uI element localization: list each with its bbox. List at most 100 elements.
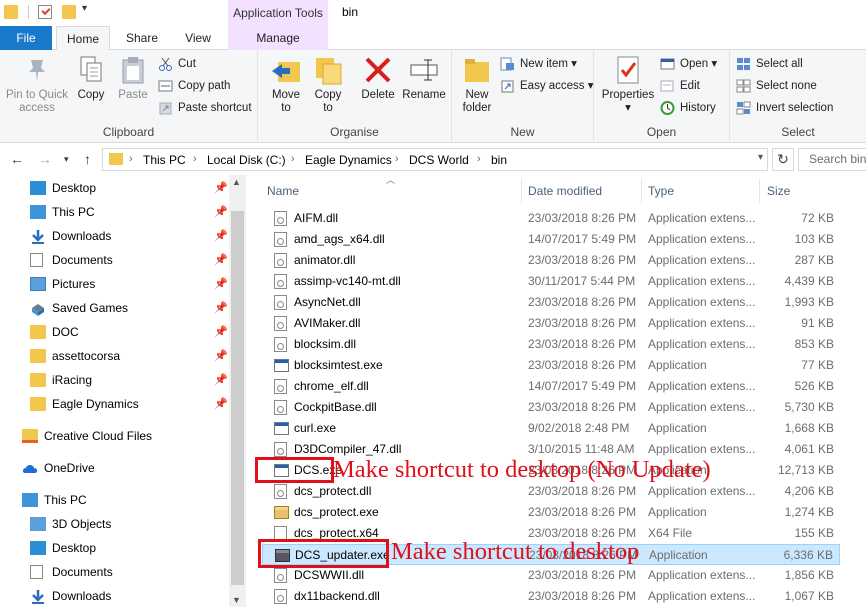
file-type: Application extens... <box>648 379 756 393</box>
recent-locations-icon[interactable]: ▾ <box>64 154 69 165</box>
breadcrumb-dcs-world[interactable]: DCS World <box>409 153 469 167</box>
move-to-button[interactable]: Move to <box>266 54 306 115</box>
chevron-right-icon[interactable]: › <box>129 153 133 165</box>
file-name: CockpitBase.dll <box>294 400 377 414</box>
pin-icon: 📌 <box>214 182 228 194</box>
column-divider[interactable] <box>521 179 522 203</box>
move-to-label-line1: Move <box>271 89 301 101</box>
easy-access-button[interactable]: Easy access ▾ <box>500 76 594 96</box>
file-row[interactable]: CockpitBase.dll 23/03/2018 8:26 PM Applica… <box>262 397 840 418</box>
new-folder-button[interactable]: New folder <box>456 54 498 115</box>
breadcrumb-local-disk[interactable]: Local Disk (C:) <box>207 153 286 167</box>
scroll-down-icon[interactable]: ▼ <box>232 595 241 605</box>
tab-file[interactable]: File <box>0 26 52 50</box>
paste-shortcut-label: Paste shortcut <box>178 102 252 114</box>
file-row[interactable]: curl.exe 9/02/2018 2:48 PM Application 1,66… <box>262 418 840 439</box>
copy-icon <box>75 54 107 86</box>
computer-icon <box>30 205 46 219</box>
documents-icon <box>30 565 43 579</box>
tab-view[interactable]: View <box>172 26 224 50</box>
select-all-button[interactable]: Select all <box>736 54 803 74</box>
edit-button[interactable]: Edit <box>660 76 700 96</box>
pin-label-line2: access <box>19 102 55 114</box>
nav-item-label: Downloads <box>52 229 112 243</box>
folder-icon[interactable] <box>4 5 18 19</box>
application-icon <box>274 422 289 435</box>
chevron-right-icon[interactable]: › <box>477 153 481 165</box>
file-row[interactable]: AsyncNet.dll 23/03/2018 8:26 PM Applicatio… <box>262 292 840 313</box>
new-item-button[interactable]: New item ▾ <box>500 54 577 74</box>
file-row[interactable]: dx11backend.dll 23/03/2018 8:26 PM Applica… <box>262 586 840 607</box>
open-button[interactable]: Open ▾ <box>660 54 717 74</box>
file-row[interactable]: amd_ags_x64.dll 14/07/2017 5:49 PM Applica… <box>262 229 840 250</box>
copy-path-button[interactable]: Copy path <box>158 76 230 96</box>
chevron-right-icon[interactable]: › <box>193 153 197 165</box>
nav-scrollbar-thumb[interactable] <box>231 211 244 585</box>
properties-quick-icon[interactable] <box>38 5 52 19</box>
file-row[interactable]: chrome_elf.dll 14/07/2017 5:49 PM Applicat… <box>262 376 840 397</box>
file-name: blocksimtest.exe <box>294 358 383 372</box>
select-none-button[interactable]: Select none <box>736 76 817 96</box>
paste-shortcut-button[interactable]: Paste shortcut <box>158 98 252 118</box>
rename-button[interactable]: Rename <box>400 54 448 102</box>
file-name: blocksim.dll <box>294 337 357 351</box>
file-row[interactable]: dcs_protect.exe 23/03/2018 8:26 PM Applica… <box>262 502 840 523</box>
properties-button[interactable]: Properties ▾ <box>600 54 656 115</box>
forward-arrow-icon[interactable]: → <box>38 151 52 167</box>
file-list-scrollbar[interactable] <box>846 175 866 607</box>
paste-button[interactable]: Paste <box>114 54 152 102</box>
file-size: 103 KB <box>794 232 834 246</box>
saved-games-icon <box>30 301 46 316</box>
chevron-right-icon[interactable]: › <box>395 153 399 165</box>
breadcrumb-eagle-dynamics[interactable]: Eagle Dynamics <box>305 153 392 167</box>
invert-selection-button[interactable]: Invert selection <box>736 98 833 118</box>
breadcrumb-this-pc[interactable]: This PC <box>143 153 186 167</box>
cut-button[interactable]: Cut <box>158 54 196 74</box>
address-bar[interactable]: › This PC › Local Disk (C:) › Eagle Dyna… <box>102 148 768 171</box>
column-header-name[interactable]: Name <box>267 179 299 203</box>
up-arrow-icon[interactable]: ↑ <box>84 151 91 167</box>
back-arrow-icon[interactable]: ← <box>10 151 24 167</box>
nav-scrollbar[interactable]: ▲ ▼ <box>229 175 246 607</box>
column-divider[interactable] <box>759 179 760 203</box>
nav-item-label: Desktop <box>52 541 97 555</box>
column-divider[interactable] <box>641 179 642 203</box>
tab-manage[interactable]: Manage <box>228 26 328 50</box>
file-row[interactable]: AVIMaker.dll 23/03/2018 8:26 PM Applicatio… <box>262 313 840 334</box>
column-header-date-modified[interactable]: Date modified <box>528 179 602 203</box>
file-row[interactable]: blocksimtest.exe 23/03/2018 8:26 PM Applic… <box>262 355 840 376</box>
quick-access-divider <box>28 5 29 19</box>
copy-to-button[interactable]: Copy to <box>308 54 348 115</box>
breadcrumb-bin[interactable]: bin <box>491 153 507 167</box>
file-row[interactable]: dcs_protect.dll 23/03/2018 8:26 PM Applica… <box>262 481 840 502</box>
scroll-up-icon[interactable]: ▲ <box>232 177 241 187</box>
chevron-down-icon[interactable]: ▾ <box>758 152 763 163</box>
file-row[interactable]: AIFM.dll 23/03/2018 8:26 PM Application ex… <box>262 208 840 229</box>
nav-item-label: iRacing <box>52 373 93 387</box>
file-row[interactable]: DCSWWII.dll 23/03/2018 8:26 PM Application… <box>262 565 840 586</box>
chevron-right-icon[interactable]: › <box>291 153 295 165</box>
chevron-down-icon: ▾ <box>571 58 577 70</box>
history-button[interactable]: History <box>660 98 716 118</box>
select-all-icon <box>736 57 751 71</box>
copy-path-icon <box>158 79 173 93</box>
organise-group-label: Organise <box>330 125 379 139</box>
new-group: New folder New item ▾ Easy access ▾ New <box>452 50 594 143</box>
column-header-type[interactable]: Type <box>648 179 674 203</box>
copy-button[interactable]: Copy <box>74 54 108 102</box>
tab-home[interactable]: Home <box>56 26 110 51</box>
file-row[interactable]: assimp-vc140-mt.dll 30/11/2017 5:44 PM App… <box>262 271 840 292</box>
search-input[interactable]: Search bin <box>798 148 866 171</box>
dll-file-icon <box>274 568 287 583</box>
tab-share[interactable]: Share <box>116 26 168 50</box>
customize-quick-access-icon[interactable]: ▾ <box>82 3 87 14</box>
pin-to-quick-access-button[interactable]: Pin to Quick access <box>2 54 72 115</box>
refresh-icon[interactable]: ↻ <box>772 148 794 171</box>
file-type: Application extens... <box>648 568 756 582</box>
delete-button[interactable]: Delete <box>356 54 400 102</box>
new-folder-quick-icon[interactable] <box>62 5 76 19</box>
file-row[interactable]: blocksim.dll 23/03/2018 8:26 PM Applicatio… <box>262 334 840 355</box>
column-header-size[interactable]: Size <box>767 179 790 203</box>
organise-group: Move to Copy to Delete Rename Organise <box>258 50 452 143</box>
file-row[interactable]: animator.dll 23/03/2018 8:26 PM Applicatio… <box>262 250 840 271</box>
